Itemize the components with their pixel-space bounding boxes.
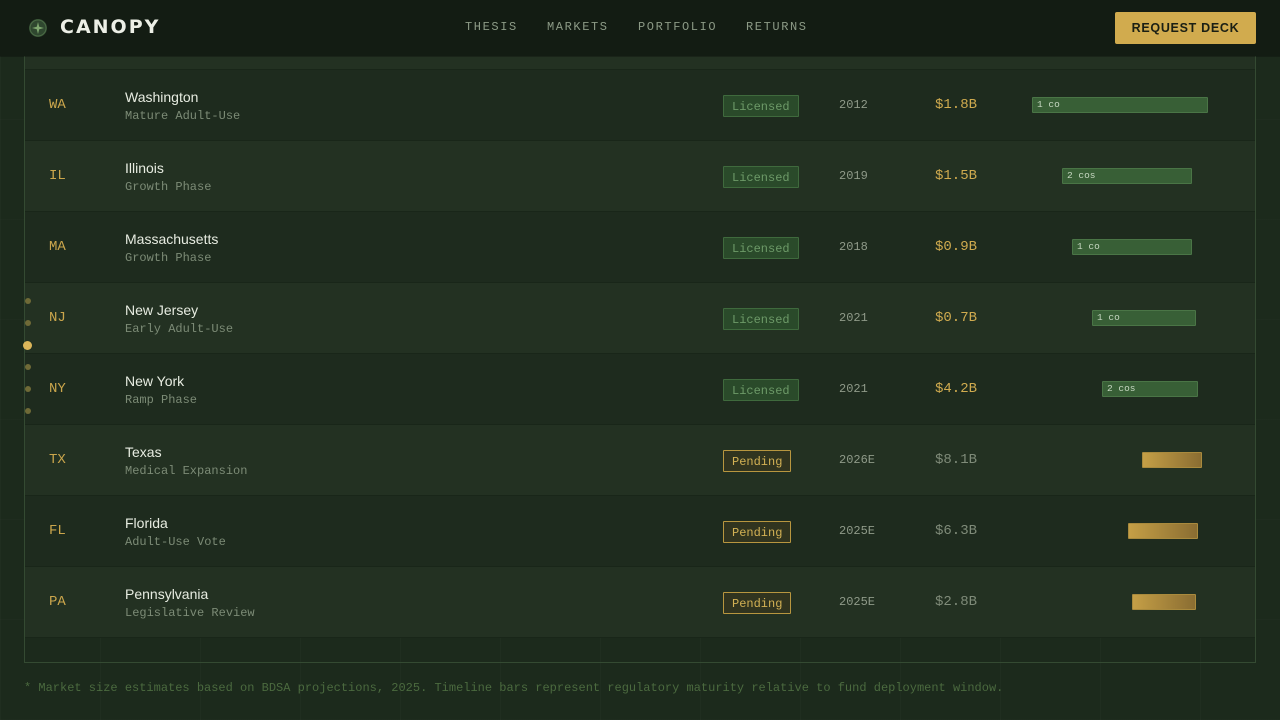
market-row[interactable]: IL Illinois Growth Phase Licensed 2019 $1.5B 2… [25,141,1255,212]
request-deck-button[interactable]: REQUEST DECK [1115,12,1256,44]
market-name: Illinois [125,160,164,176]
footnote: * Market size estimates based on BDSA pr… [24,681,1004,695]
status-badge: Licensed [723,166,799,188]
timeline-bar: 1 co [1072,239,1192,255]
nav-markets[interactable]: MARKETS [547,20,609,34]
market-code: IL [49,168,66,184]
market-code: NJ [49,310,66,326]
market-row[interactable]: TX Texas Medical Expansion Pending 2026E $8.1… [25,425,1255,496]
market-size: $2.8B [935,594,978,610]
market-size: $8.1B [935,452,978,468]
market-year: 2019 [839,169,868,183]
market-row[interactable]: WA Washington Mature Adult-Use Licensed 2012… [25,70,1255,141]
nav-portfolio[interactable]: PORTFOLIO [638,20,717,34]
status-badge: Licensed [723,237,799,259]
market-year: 2025E [839,524,876,538]
market-phase: Early Adult-Use [125,322,234,336]
market-year: 2026E [839,453,876,467]
section-progress-dots[interactable] [23,298,33,422]
timeline-bar: 2 cos [1062,168,1192,184]
status-badge: Licensed [723,308,799,330]
market-phase: Legislative Review [125,606,255,620]
timeline-bar: 2 cos [1102,381,1198,397]
market-code: MA [49,239,66,255]
market-year: 2018 [839,240,868,254]
progress-dot[interactable] [25,408,31,414]
market-phase: Growth Phase [125,180,212,194]
market-size: $4.2B [935,381,978,397]
market-phase: Adult-Use Vote [125,535,226,549]
market-phase: Ramp Phase [125,393,198,407]
progress-dot[interactable] [25,386,31,392]
market-size: $6.3B [935,523,978,539]
market-phase: Medical Expansion [125,464,248,478]
market-code: NY [49,381,66,397]
timeline-bar: 1 co [1032,97,1208,113]
top-nav-bar: CANOPY THESIS MARKETS PORTFOLIO RETURNS … [0,0,1280,56]
timeline-bar [1142,452,1202,468]
market-name: Massachusetts [125,231,219,247]
market-year: 2021 [839,382,868,396]
markets-table: OROregonStable Adult-UseLicensed2014$1.2… [24,24,1256,663]
market-name: New Jersey [125,302,199,318]
market-year: 2021 [839,311,868,325]
market-code: WA [49,97,66,113]
market-name: Texas [125,444,162,460]
timeline-bar: 1 co [1092,310,1196,326]
market-row[interactable]: MA Massachusetts Growth Phase Licensed 2018 $… [25,212,1255,283]
progress-dot-active[interactable] [23,340,32,350]
status-badge: Licensed [723,379,799,401]
market-size: $1.5B [935,168,978,184]
progress-dot[interactable] [25,364,31,370]
market-row[interactable]: FL Florida Adult-Use Vote Pending 2025E $6.3B [25,496,1255,567]
market-size: $0.7B [935,310,978,326]
market-size: $1.8B [935,97,978,113]
status-badge: Licensed [723,95,799,117]
market-name: Florida [125,515,168,531]
status-badge: Pending [723,521,791,543]
main-nav: THESIS MARKETS PORTFOLIO RETURNS [0,20,1280,36]
market-name: New York [125,373,185,389]
market-phase: Mature Adult-Use [125,109,241,123]
market-year: 2025E [839,595,876,609]
market-row[interactable]: NJ New Jersey Early Adult-Use Licensed 2021 $… [25,283,1255,354]
market-row[interactable]: NY New York Ramp Phase Licensed 2021 $4.2B 2 c… [25,354,1255,425]
progress-dot[interactable] [25,298,31,304]
market-code: FL [49,523,66,539]
status-badge: Pending [723,592,791,614]
market-row[interactable]: PA Pennsylvania Legislative Review Pending 2… [25,567,1255,638]
market-phase: Growth Phase [125,251,212,265]
market-size: $0.9B [935,239,978,255]
nav-thesis[interactable]: THESIS [465,20,518,34]
timeline-bar [1128,523,1198,539]
nav-returns[interactable]: RETURNS [746,20,808,34]
progress-dot[interactable] [25,320,31,326]
timeline-bar [1132,594,1196,610]
market-name: Washington [125,89,199,105]
market-code: TX [49,452,66,468]
market-code: PA [49,594,66,610]
status-badge: Pending [723,450,791,472]
market-year: 2012 [839,98,868,112]
market-name: Pennsylvania [125,586,209,602]
